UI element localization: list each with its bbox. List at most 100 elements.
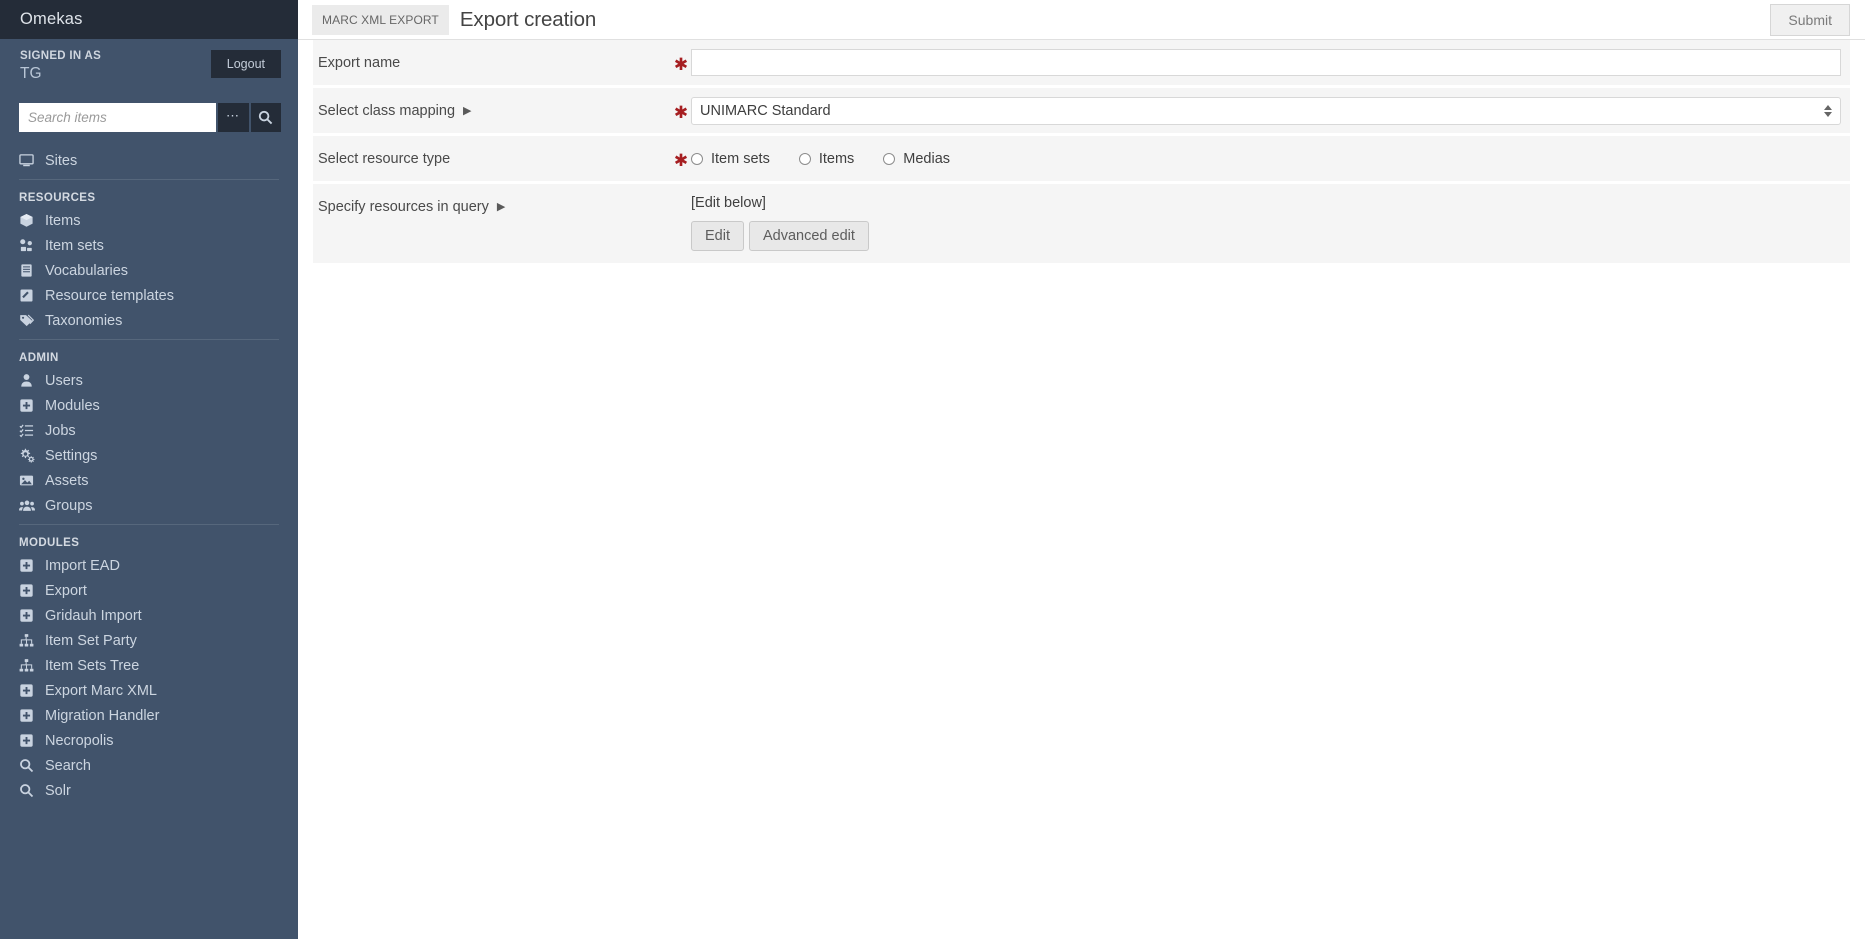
logout-button[interactable]: Logout bbox=[210, 50, 281, 78]
sidebar-item-label: Vocabularies bbox=[45, 262, 129, 279]
radio-circle-icon[interactable] bbox=[883, 152, 896, 165]
sidebar-nav: Sites RESOURCES Items Item sets Vocabula… bbox=[0, 148, 298, 803]
nav-group-modules: MODULES Import EAD Export Gridauh Import… bbox=[0, 531, 298, 803]
field-label-text: Select resource type bbox=[318, 150, 451, 167]
sidebar-item-item-sets-tree[interactable]: Item Sets Tree bbox=[0, 653, 298, 678]
sidebar-item-label: Necropolis bbox=[45, 732, 114, 749]
tasks-icon bbox=[19, 423, 41, 438]
nav-group-sites: Sites bbox=[0, 148, 298, 173]
sitemap-icon bbox=[19, 633, 41, 648]
sidebar-item-gridauh-import[interactable]: Gridauh Import bbox=[0, 603, 298, 628]
book-icon bbox=[19, 263, 41, 278]
resource-type-radio-group: Item sets Items Medias bbox=[691, 151, 979, 167]
field-label-text: Export name bbox=[318, 54, 401, 71]
radio-option-items[interactable]: Items bbox=[798, 151, 854, 167]
nav-group-title-admin: ADMIN bbox=[19, 352, 59, 364]
search-icon[interactable] bbox=[250, 103, 281, 132]
sidebar-item-label: Users bbox=[45, 372, 83, 389]
sidebar-item-label: Export bbox=[45, 582, 87, 599]
export-name-input[interactable] bbox=[691, 49, 1841, 76]
sidebar-item-groups[interactable]: Groups bbox=[0, 493, 298, 518]
sidebar-item-import-ead[interactable]: Import EAD bbox=[0, 553, 298, 578]
tags-icon bbox=[19, 313, 41, 328]
sidebar-item-settings[interactable]: Settings bbox=[0, 443, 298, 468]
sidebar-item-users[interactable]: Users bbox=[0, 368, 298, 393]
sidebar-item-export[interactable]: Export bbox=[0, 578, 298, 603]
sidebar: Omekas SIGNED IN AS TG Logout ⋯ bbox=[0, 0, 298, 939]
field-select-resource-type: Select resource type ✱ Item sets Items M… bbox=[313, 136, 1850, 184]
field-label: Export name bbox=[313, 40, 671, 85]
item-sets-icon bbox=[19, 238, 41, 253]
sidebar-item-migration-handler[interactable]: Migration Handler bbox=[0, 703, 298, 728]
class-mapping-select-wrap: UNIMARC Standard bbox=[691, 96, 1841, 125]
sidebar-item-resource-templates[interactable]: Resource templates bbox=[0, 283, 298, 308]
sidebar-item-label: Resource templates bbox=[45, 287, 174, 304]
sidebar-item-label: Solr bbox=[45, 782, 71, 799]
user-icon bbox=[19, 373, 41, 388]
sidebar-item-items[interactable]: Items bbox=[0, 208, 298, 233]
search-icon bbox=[19, 783, 41, 798]
nav-group-title-resources: RESOURCES bbox=[19, 192, 96, 204]
radio-option-item-sets[interactable]: Item sets bbox=[691, 151, 770, 167]
sidebar-item-necropolis[interactable]: Necropolis bbox=[0, 728, 298, 753]
sidebar-item-label: Item Sets Tree bbox=[45, 657, 140, 674]
puzzle-icon bbox=[19, 398, 41, 413]
sidebar-item-label: Export Marc XML bbox=[45, 682, 157, 699]
sidebar-item-label: Migration Handler bbox=[45, 707, 160, 724]
gears-icon bbox=[19, 448, 41, 463]
field-label: Select resource type bbox=[313, 136, 671, 181]
sidebar-item-label: Sites bbox=[45, 152, 78, 169]
breadcrumb[interactable]: MARC XML EXPORT bbox=[312, 4, 449, 35]
sidebar-item-assets[interactable]: Assets bbox=[0, 468, 298, 493]
sidebar-topbar: Omekas bbox=[0, 0, 298, 39]
page-header: MARC XML EXPORT Export creation Submit bbox=[298, 0, 1865, 40]
required-marker: ✱ bbox=[673, 54, 689, 74]
nav-divider bbox=[19, 524, 279, 525]
sidebar-item-label: Modules bbox=[45, 397, 100, 414]
field-body: UNIMARC Standard bbox=[691, 88, 1850, 133]
advanced-edit-button[interactable]: Advanced edit bbox=[749, 221, 869, 251]
field-body bbox=[691, 40, 1850, 85]
sidebar-item-search[interactable]: Search bbox=[0, 753, 298, 778]
app-root: Omekas SIGNED IN AS TG Logout ⋯ bbox=[0, 0, 1865, 939]
radio-option-medias[interactable]: Medias bbox=[883, 151, 950, 167]
radio-circle-icon[interactable] bbox=[798, 152, 811, 165]
sidebar-item-label: Gridauh Import bbox=[45, 607, 142, 624]
search-input[interactable] bbox=[19, 103, 216, 132]
field-export-name: Export name ✱ bbox=[313, 40, 1850, 88]
cube-icon bbox=[19, 213, 41, 228]
sidebar-item-item-sets[interactable]: Item sets bbox=[0, 233, 298, 258]
field-body: Item sets Items Medias bbox=[691, 136, 1850, 181]
submit-button[interactable]: Submit bbox=[1770, 4, 1850, 36]
sidebar-item-label: Groups bbox=[45, 497, 93, 514]
sidebar-item-sites[interactable]: Sites bbox=[0, 148, 298, 173]
sidebar-item-export-marc-xml[interactable]: Export Marc XML bbox=[0, 678, 298, 703]
field-label-text: Select class mapping bbox=[318, 102, 456, 119]
sidebar-search: ⋯ bbox=[19, 103, 281, 132]
radio-circle-icon[interactable] bbox=[691, 152, 703, 165]
search-icon bbox=[19, 758, 41, 773]
sidebar-item-modules[interactable]: Modules bbox=[0, 393, 298, 418]
nav-group-admin: ADMIN Users Modules Jobs Settings Assets… bbox=[0, 346, 298, 518]
sidebar-item-item-set-party[interactable]: Item Set Party bbox=[0, 628, 298, 653]
sidebar-item-label: Jobs bbox=[45, 422, 76, 439]
sidebar-item-taxonomies[interactable]: Taxonomies bbox=[0, 308, 298, 333]
field-specify-resources-in-query: Specify resources in query ▶ [Edit below… bbox=[313, 184, 1850, 266]
nav-group-title-modules: MODULES bbox=[19, 537, 80, 549]
sidebar-item-label: Settings bbox=[45, 447, 98, 464]
sidebar-item-label: Items bbox=[45, 212, 81, 229]
pencil-square-icon bbox=[19, 288, 41, 303]
puzzle-icon bbox=[19, 708, 41, 723]
sidebar-item-label: Item Set Party bbox=[45, 632, 137, 649]
ellipsis-icon[interactable]: ⋯ bbox=[218, 103, 249, 132]
edit-button[interactable]: Edit bbox=[691, 221, 744, 251]
sidebar-item-vocabularies[interactable]: Vocabularies bbox=[0, 258, 298, 283]
caret-right-icon[interactable]: ▶ bbox=[463, 104, 471, 117]
field-body: [Edit below] Edit Advanced edit bbox=[691, 184, 1850, 263]
caret-right-icon[interactable]: ▶ bbox=[497, 200, 505, 213]
nav-divider bbox=[19, 339, 279, 340]
class-mapping-select[interactable]: UNIMARC Standard bbox=[691, 96, 1841, 125]
puzzle-icon bbox=[19, 683, 41, 698]
sidebar-item-solr[interactable]: Solr bbox=[0, 778, 298, 803]
sidebar-item-jobs[interactable]: Jobs bbox=[0, 418, 298, 443]
